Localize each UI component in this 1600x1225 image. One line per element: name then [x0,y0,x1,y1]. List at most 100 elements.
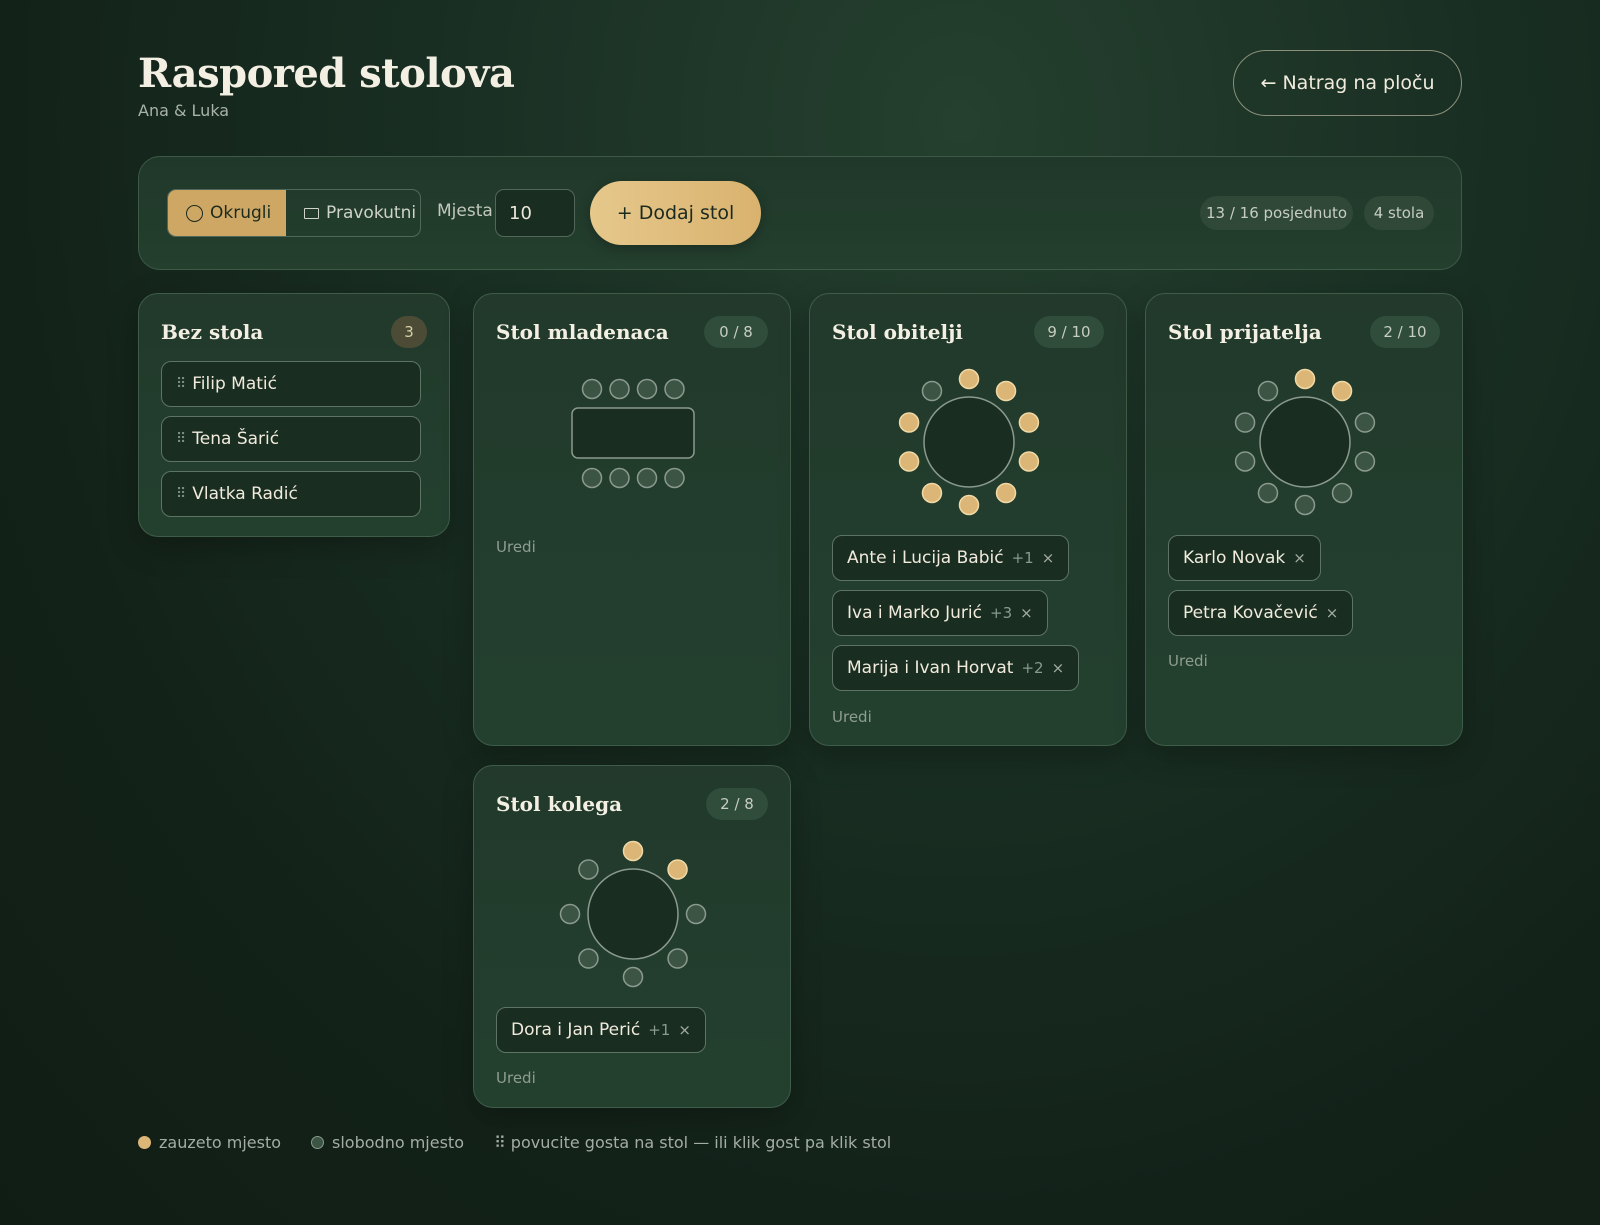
guest-name: Marija i Ivan Horvat [847,658,1014,678]
table-card-mladenaca[interactable]: Stol mladenaca 0 / 8 Uredi [473,293,791,746]
table-count-badge: 4 stola [1364,196,1434,230]
table-title: Stol prijatelja [1168,320,1322,344]
table-seat-count: 2 / 10 [1370,316,1440,348]
plus-count: +2 [1021,659,1044,677]
back-to-dashboard-button[interactable]: ← Natrag na ploču [1233,50,1462,116]
page-title: Raspored stolova [138,50,515,97]
plus-count: +1 [648,1021,671,1039]
drag-handle-icon: ⠿ [176,376,186,392]
unseated-guests-card[interactable]: Bez stola 3 ⠿ Filip Matić ⠿ Tena Šarić ⠿… [138,293,450,537]
table-surface [923,396,1015,488]
seat-free [622,966,644,988]
remove-icon[interactable]: × [1293,549,1306,567]
guest-name: Filip Matić [192,374,277,394]
seated-guest-chip[interactable]: Karlo Novak × [1168,535,1321,581]
edit-table-link[interactable]: Uredi [496,538,536,556]
remove-icon[interactable]: × [1326,604,1339,622]
seat-occupied [921,482,943,504]
seat-free [667,948,688,969]
seat-occupied [1294,368,1316,390]
seat-free [664,467,685,489]
seat-free [921,380,943,402]
table-title: Stol kolega [496,792,623,816]
guest-name: Tena Šarić [192,429,280,449]
table-card-obitelji[interactable]: Stol obitelji 9 / 10 Ante i Lucija Babić… [809,293,1127,746]
seat-occupied [958,368,980,390]
guest-name: Karlo Novak [1183,548,1286,568]
edit-table-link[interactable]: Uredi [1168,652,1208,670]
occupied-seat-swatch [138,1136,151,1149]
shape-rect-label: Pravokutni [326,203,417,223]
seat-occupied [622,840,644,862]
shape-round-option[interactable]: Okrugli [168,190,286,236]
seat-free [1234,412,1256,433]
legend-occupied-label: zauzeto mjesto [159,1133,282,1152]
shape-rect-option[interactable]: Pravokutni [286,190,420,236]
table-surface [587,868,679,960]
table-seat-count: 2 / 8 [706,788,768,820]
seat-free [559,903,581,925]
remove-icon[interactable]: × [678,1021,691,1039]
seat-occupied [667,859,688,880]
guest-name: Petra Kovačević [1183,603,1318,623]
seats-input[interactable] [495,189,575,237]
remove-icon[interactable]: × [1020,604,1033,622]
unseated-guest[interactable]: ⠿ Tena Šarić [161,416,421,462]
seat-free [685,903,707,925]
table-seat-diagram [571,378,695,489]
table-card-kolega[interactable]: Stol kolega 2 / 8 Dora i Jan Perić +1 × … [473,765,791,1108]
remove-icon[interactable]: × [1052,659,1065,677]
seat-free [1331,482,1353,504]
unseated-guest[interactable]: ⠿ Vlatka Radić [161,471,421,517]
table-toolbar: Okrugli Pravokutni Mjesta + Dodaj stol 1… [138,156,1462,270]
seat-free [609,467,630,489]
seat-occupied [995,380,1017,402]
seated-guest-chip[interactable]: Ante i Lucija Babić +1 × [832,535,1070,581]
legend-free-label: slobodno mjesto [332,1133,464,1152]
seat-free [1257,482,1279,504]
seated-guest-chip[interactable]: Dora i Jan Perić +1 × [496,1007,706,1053]
seat-occupied [1018,451,1040,472]
unseated-guest[interactable]: ⠿ Filip Matić [161,361,421,407]
plus-count: +3 [990,604,1013,622]
table-surface [571,407,695,459]
guest-name: Vlatka Radić [192,484,298,504]
seat-free [578,859,599,880]
seat-occupied [898,451,920,472]
seated-guest-chip[interactable]: Iva i Marko Jurić +3 × [832,590,1048,636]
seated-guest-chip[interactable]: Petra Kovačević × [1168,590,1354,636]
edit-table-link[interactable]: Uredi [496,1069,536,1087]
table-seat-count: 9 / 10 [1034,316,1104,348]
seat-occupied [958,494,980,516]
guest-name: Iva i Marko Jurić [847,603,982,623]
seat-free [664,378,685,400]
seat-free [578,948,599,969]
seated-guest-chip[interactable]: Marija i Ivan Horvat +2 × [832,645,1080,691]
seat-occupied [995,482,1017,504]
table-card-prijatelja[interactable]: Stol prijatelja 2 / 10 Karlo Novak × Pet… [1145,293,1463,746]
guest-name: Ante i Lucija Babić [847,548,1004,568]
table-title: Stol mladenaca [496,320,669,344]
plus-count: +1 [1011,549,1034,567]
seat-free [581,467,603,489]
seat-free [609,378,630,400]
guest-name: Dora i Jan Perić [511,1020,641,1040]
legend: zauzeto mjesto slobodno mjesto ⠿ povucit… [138,1133,891,1152]
table-seat-diagram [898,368,1040,516]
remove-icon[interactable]: × [1042,549,1055,567]
circle-icon [186,204,203,222]
legend-hint: ⠿ povucite gosta na stol — ili klik gost… [493,1133,892,1152]
unseated-title: Bez stola [161,320,264,344]
seat-occupied [1018,412,1040,433]
seat-free [1257,380,1279,402]
seat-free [1354,412,1376,433]
table-seat-count: 0 / 8 [704,316,768,348]
couple-names: Ana & Luka [138,101,230,120]
edit-table-link[interactable]: Uredi [832,708,872,726]
seat-occupied [1331,380,1353,402]
seat-free [636,378,658,400]
table-title: Stol obitelji [832,320,963,344]
drag-handle-icon: ⠿ [176,486,186,502]
add-table-button[interactable]: + Dodaj stol [590,181,761,245]
seat-free [1354,451,1376,472]
